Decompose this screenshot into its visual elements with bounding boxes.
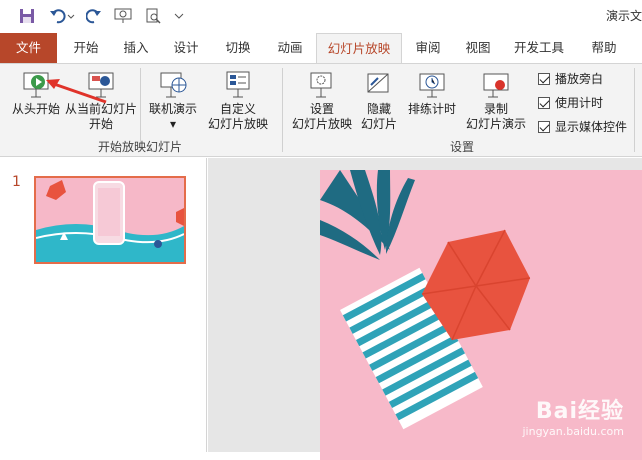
slide-number: 1 — [12, 174, 21, 190]
from-beginning-label: 从头开始 — [11, 102, 60, 116]
setup-slideshow-icon — [305, 68, 339, 102]
hide-slide-button[interactable]: 隐藏 幻灯片 — [356, 68, 402, 132]
ribbon: 从头开始 从当前幻灯片 开始 联机演示 ▾ 自定义 幻灯片放映 开始放映幻灯片 … — [0, 63, 642, 157]
tab-transitions[interactable]: 切换 — [218, 33, 258, 63]
custom-slideshow-label-2: 幻灯片放映 — [207, 117, 268, 131]
separator — [282, 68, 283, 152]
checkbox-checked-icon — [538, 96, 550, 109]
custom-slideshow-button[interactable]: 自定义 幻灯片放映 — [202, 68, 274, 132]
record-slideshow-button[interactable]: 录制 幻灯片演示 — [460, 68, 532, 132]
checkbox-checked-icon — [538, 120, 550, 133]
hide-slide-label-1: 隐藏 — [366, 102, 391, 116]
online-present-icon — [156, 68, 190, 102]
tab-developer[interactable]: 开发工具 — [508, 33, 570, 63]
rehearse-timings-icon — [415, 68, 449, 102]
slide-thumbnail[interactable] — [34, 176, 186, 264]
watermark: Bai经验 jingyan.baidu.com — [522, 393, 624, 438]
ribbon-tabs: 文件 开始 插入 设计 切换 动画 幻灯片放映 审阅 视图 开发工具 帮助 — [0, 33, 642, 64]
hide-slide-label-2: 幻灯片 — [360, 117, 397, 131]
present-icon[interactable] — [112, 6, 134, 26]
use-timings-label: 使用计时 — [555, 96, 604, 110]
save-icon[interactable] — [16, 6, 38, 26]
online-present-label: 联机演示 — [148, 102, 197, 116]
tab-animations[interactable]: 动画 — [270, 33, 310, 63]
from-current-label-2: 开始 — [88, 117, 113, 131]
group-label-setup: 设置 — [450, 140, 475, 154]
from-current-label-1: 从当前幻灯片 — [65, 102, 138, 116]
tab-design[interactable]: 设计 — [166, 33, 206, 63]
play-narrations-label: 播放旁白 — [555, 72, 604, 86]
tab-file[interactable]: 文件 — [0, 33, 57, 63]
separator — [634, 68, 635, 152]
customize-toolbar-icon[interactable] — [172, 6, 186, 26]
use-timings-checkbox[interactable]: 使用计时 — [538, 94, 603, 111]
slide-thumbnail-pane: 1 — [0, 158, 207, 452]
rehearse-timings-button[interactable]: 排练计时 — [404, 68, 460, 117]
watermark-url: jingyan.baidu.com — [522, 425, 624, 438]
setup-label-1: 设置 — [309, 102, 334, 116]
redo-icon[interactable] — [84, 6, 104, 26]
rehearse-timings-label: 排练计时 — [407, 102, 456, 116]
hide-slide-icon — [362, 68, 396, 102]
window-title: 演示文 — [605, 9, 642, 23]
annotation-arrow — [46, 79, 107, 104]
quick-access-toolbar: 演示文 — [0, 0, 642, 33]
custom-slideshow-label-1: 自定义 — [219, 102, 256, 116]
tab-view[interactable]: 视图 — [458, 33, 498, 63]
print-preview-icon[interactable] — [142, 6, 164, 26]
chevron-down-icon: ▾ — [169, 117, 177, 131]
show-media-controls-label: 显示媒体控件 — [555, 120, 628, 134]
play-narrations-checkbox[interactable]: 播放旁白 — [538, 70, 603, 87]
record-label-2: 幻灯片演示 — [465, 117, 526, 131]
undo-icon[interactable] — [48, 6, 76, 26]
record-icon — [479, 68, 513, 102]
setup-label-2: 幻灯片放映 — [291, 117, 352, 131]
setup-slideshow-button[interactable]: 设置 幻灯片放映 — [288, 68, 356, 132]
custom-slideshow-icon — [221, 68, 255, 102]
tab-home[interactable]: 开始 — [66, 33, 106, 63]
watermark-brand: Bai经验 — [535, 399, 624, 424]
slide-canvas: Bai经验 jingyan.baidu.com — [208, 158, 642, 460]
group-label-start: 开始放映幻灯片 — [98, 140, 183, 154]
show-media-controls-checkbox[interactable]: 显示媒体控件 — [538, 118, 627, 135]
thumbnail-image — [36, 178, 184, 262]
tab-review[interactable]: 审阅 — [408, 33, 448, 63]
tab-insert[interactable]: 插入 — [116, 33, 156, 63]
online-present-button[interactable]: 联机演示 ▾ — [144, 68, 202, 132]
tab-help[interactable]: 帮助 — [584, 33, 624, 63]
record-label-1: 录制 — [483, 102, 508, 116]
tab-slideshow[interactable]: 幻灯片放映 — [316, 33, 402, 64]
checkbox-checked-icon — [538, 72, 550, 85]
